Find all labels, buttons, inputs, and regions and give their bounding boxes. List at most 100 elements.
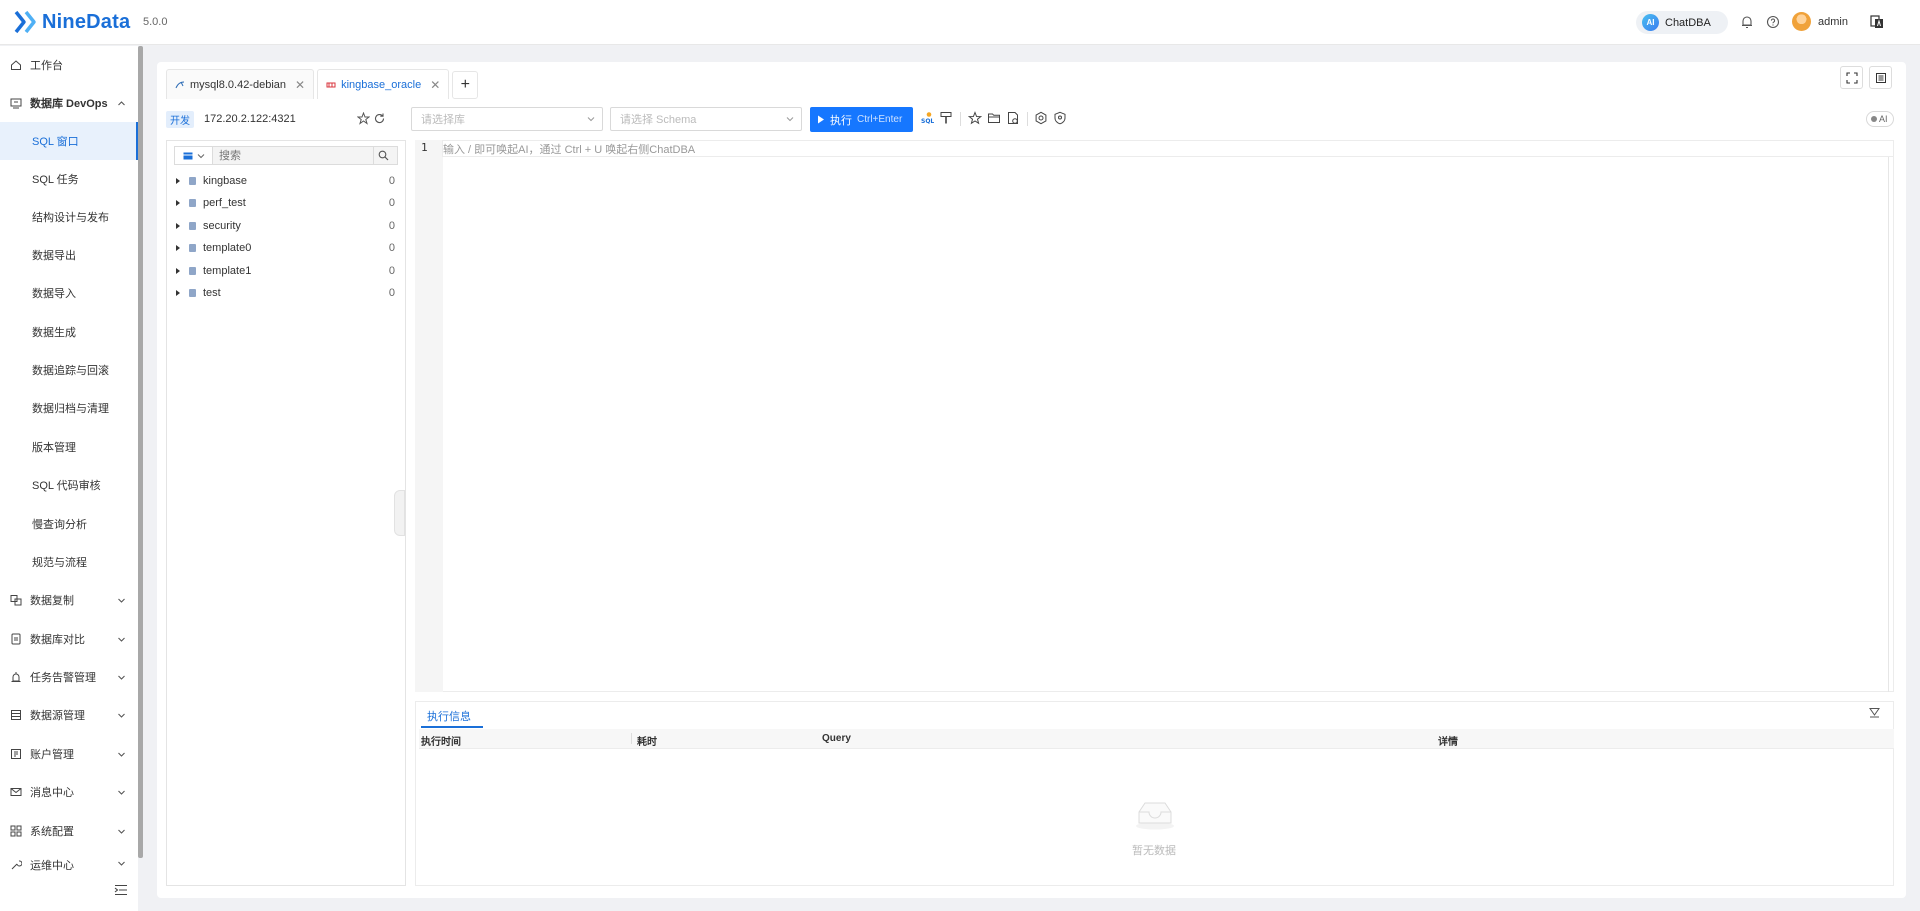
sidebar-group-accounts[interactable]: 账户管理 — [0, 735, 138, 773]
help-icon[interactable] — [1765, 14, 1781, 30]
sidebar-group-ops[interactable]: 运维中心 — [0, 850, 138, 876]
collapse-results-icon[interactable] — [1869, 707, 1880, 718]
schema-select[interactable]: 请选择 Schema — [610, 107, 802, 131]
tab-mysql[interactable]: mysql8.0.42-debian ✕ — [166, 69, 315, 99]
sidebar-item-label: 结构设计与发布 — [32, 212, 109, 224]
favorite-star-icon[interactable] — [357, 112, 370, 125]
paint-brush-icon[interactable] — [939, 111, 953, 125]
chevron-down-icon — [118, 829, 125, 834]
database-select[interactable]: 请选择库 — [411, 107, 603, 131]
sidebar-item-workbench[interactable]: 工作台 — [0, 46, 138, 84]
env-badge: 开发 — [166, 111, 194, 128]
sidebar-item-version-management[interactable]: 版本管理 — [0, 428, 138, 466]
tree-item-template1[interactable]: template1 0 — [176, 260, 398, 282]
tree-item-kingbase[interactable]: kingbase 0 — [176, 170, 398, 192]
chevron-up-icon — [118, 101, 125, 106]
execute-shortcut: Ctrl+Enter — [857, 114, 903, 125]
chatdba-button[interactable]: AI ChatDBA — [1636, 11, 1728, 34]
expand-caret-icon[interactable] — [176, 268, 180, 274]
sidebar-item-schema-design[interactable]: 结构设计与发布 — [0, 198, 138, 236]
sql-format-icon[interactable]: SQL — [920, 111, 934, 125]
tree-collapse-handle[interactable] — [394, 490, 405, 536]
close-icon[interactable]: ✕ — [430, 78, 440, 92]
sidebar-item-slow-query[interactable]: 慢查询分析 — [0, 505, 138, 543]
star-icon[interactable] — [968, 111, 982, 125]
security-shield-icon[interactable] — [1053, 111, 1067, 125]
database-icon — [189, 289, 196, 297]
tree-item-count: 0 — [388, 175, 395, 187]
expand-caret-icon[interactable] — [176, 178, 180, 184]
file-history-icon[interactable] — [1006, 111, 1020, 125]
collapse-sidebar-icon[interactable] — [114, 884, 128, 896]
chevron-down-icon — [118, 637, 125, 642]
app-logo[interactable]: NineData — [12, 10, 130, 34]
sidebar-group-label: 数据库 DevOps — [30, 98, 108, 110]
user-menu[interactable]: admin — [1792, 12, 1848, 31]
tree-item-count: 0 — [388, 265, 395, 277]
sidebar-group-label: 数据库对比 — [30, 634, 85, 646]
expand-caret-icon[interactable] — [176, 223, 180, 229]
folder-open-icon[interactable] — [987, 111, 1001, 125]
ninedata-logo-icon — [14, 10, 36, 34]
datasource-icon — [11, 710, 21, 720]
search-button[interactable] — [373, 147, 393, 164]
fullscreen-button[interactable] — [1840, 66, 1863, 89]
line-number: 1 — [421, 141, 428, 154]
sidebar-group-db-compare[interactable]: 数据库对比 — [0, 620, 138, 658]
sidebar-item-label: SQL 窗口 — [32, 136, 79, 148]
sidebar-item-label: SQL 任务 — [32, 174, 79, 186]
sidebar-item-data-import[interactable]: 数据导入 — [0, 274, 138, 312]
tree-search-input[interactable] — [213, 147, 373, 164]
expand-caret-icon[interactable] — [176, 245, 180, 251]
ai-toggle[interactable]: AI — [1866, 111, 1894, 127]
sidebar-group-label: 运维中心 — [30, 860, 74, 872]
close-icon[interactable]: ✕ — [295, 78, 305, 92]
tree-item-perf-test[interactable]: perf_test 0 — [176, 192, 398, 214]
editor-placeholder[interactable]: 输入 / 即可唤起AI，通过 Ctrl + U 唤起右侧ChatDBA — [442, 140, 1894, 157]
sidebar-item-label: 工作台 — [30, 60, 63, 72]
bell-icon[interactable] — [1739, 14, 1755, 30]
add-tab-button[interactable]: + — [452, 71, 479, 99]
alarm-icon — [11, 672, 21, 682]
database-devops-icon — [10, 98, 22, 109]
object-type-select[interactable] — [175, 147, 213, 164]
tab-execution-info[interactable]: 执行信息 — [421, 704, 483, 728]
tree-item-security[interactable]: security 0 — [176, 215, 398, 237]
sidebar-group-alerts[interactable]: 任务告警管理 — [0, 658, 138, 696]
refresh-icon[interactable] — [373, 112, 386, 125]
sidebar-item-data-archive[interactable]: 数据归档与清理 — [0, 389, 138, 427]
sidebar-scrollbar[interactable] — [138, 46, 143, 858]
editor-scrollbar[interactable] — [1888, 157, 1889, 692]
sidebar-group-messages[interactable]: 消息中心 — [0, 773, 138, 811]
sidebar-item-sql-task[interactable]: SQL 任务 — [0, 160, 138, 198]
language-icon[interactable] — [1869, 14, 1885, 30]
sidebar-item-data-tracking[interactable]: 数据追踪与回滚 — [0, 351, 138, 389]
tab-label: kingbase_oracle — [341, 78, 422, 91]
sidebar-item-label: 数据导出 — [32, 250, 76, 262]
sidebar-group-datasource[interactable]: 数据源管理 — [0, 696, 138, 734]
tree-item-label: security — [203, 220, 241, 232]
execute-button[interactable]: 执行 Ctrl+Enter — [810, 107, 913, 132]
sidebar-group-replication[interactable]: 数据复制 — [0, 581, 138, 619]
sidebar-item-data-generate[interactable]: 数据生成 — [0, 313, 138, 351]
tree-item-label: template0 — [203, 242, 252, 254]
tree-item-test[interactable]: test 0 — [176, 282, 398, 304]
sidebar-group-devops[interactable]: 数据库 DevOps — [0, 84, 138, 122]
panel-toggle-button[interactable] — [1869, 66, 1892, 89]
settings-icon[interactable] — [1034, 111, 1048, 125]
empty-text: 暂无数据 — [1132, 845, 1176, 857]
sidebar-group-system[interactable]: 系统配置 — [0, 812, 138, 850]
sidebar-item-sql-review[interactable]: SQL 代码审核 — [0, 466, 138, 504]
expand-caret-icon[interactable] — [176, 200, 180, 206]
table-type-icon — [183, 152, 192, 159]
user-name: admin — [1818, 15, 1848, 28]
tab-kingbase[interactable]: kingbase_oracle ✕ — [317, 69, 450, 99]
sql-editor[interactable] — [415, 140, 1894, 692]
sidebar-item-data-export[interactable]: 数据导出 — [0, 236, 138, 274]
expand-caret-icon[interactable] — [176, 290, 180, 296]
sidebar-item-sql-window[interactable]: SQL 窗口 — [0, 122, 138, 160]
ai-toggle-label: AI — [1879, 114, 1888, 124]
sidebar-item-standards[interactable]: 规范与流程 — [0, 543, 138, 581]
column-header: 耗时 — [637, 737, 657, 748]
tree-item-template0[interactable]: template0 0 — [176, 237, 398, 259]
